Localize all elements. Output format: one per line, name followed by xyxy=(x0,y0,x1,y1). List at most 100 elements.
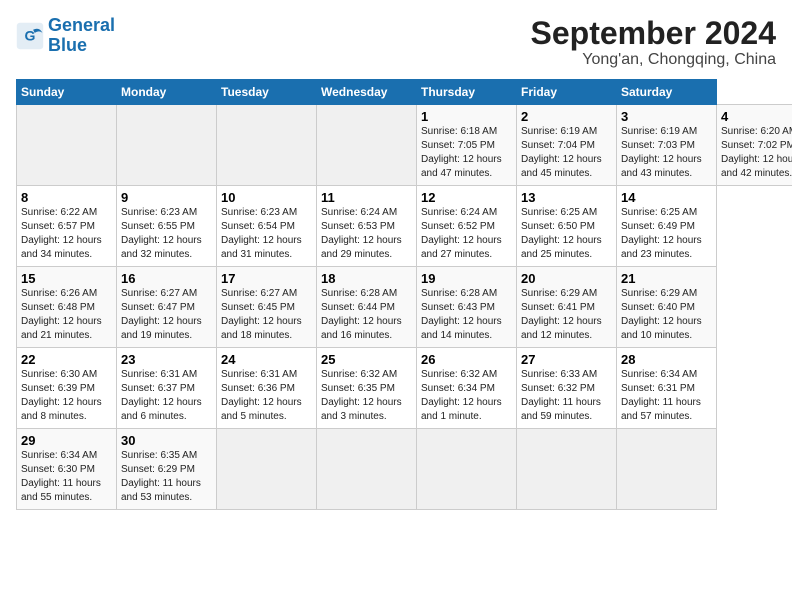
col-thursday: Thursday xyxy=(417,80,517,105)
col-tuesday: Tuesday xyxy=(217,80,317,105)
col-wednesday: Wednesday xyxy=(317,80,417,105)
logo-general: General xyxy=(48,15,115,35)
table-row: 18 Sunrise: 6:28 AMSunset: 6:44 PMDayligh… xyxy=(317,267,417,348)
day-number: 13 xyxy=(521,190,612,205)
day-info: Sunrise: 6:30 AMSunset: 6:39 PMDaylight:… xyxy=(21,369,102,422)
table-row: 26 Sunrise: 6:32 AMSunset: 6:34 PMDayligh… xyxy=(417,348,517,429)
day-number: 18 xyxy=(321,271,412,286)
day-number: 23 xyxy=(121,352,212,367)
table-row: 15Sunrise: 6:26 AMSunset: 6:48 PMDayligh… xyxy=(17,267,117,348)
calendar-week-row: 8Sunrise: 6:22 AMSunset: 6:57 PMDaylight… xyxy=(17,186,792,267)
day-info: Sunrise: 6:32 AMSunset: 6:34 PMDaylight:… xyxy=(421,369,502,422)
day-info: Sunrise: 6:28 AMSunset: 6:43 PMDaylight:… xyxy=(421,288,502,341)
calendar-title: September 2024 xyxy=(531,16,776,51)
table-row xyxy=(317,105,417,186)
logo-blue: Blue xyxy=(48,35,87,55)
day-number: 14 xyxy=(621,190,712,205)
day-number: 20 xyxy=(521,271,612,286)
table-row: 17Sunrise: 6:27 AMSunset: 6:45 PMDayligh… xyxy=(217,267,317,348)
table-row: 10Sunrise: 6:23 AMSunset: 6:54 PMDayligh… xyxy=(217,186,317,267)
main-container: G General Blue September 2024 Yong'an, C… xyxy=(0,0,792,520)
col-friday: Friday xyxy=(517,80,617,105)
table-row: 30 Sunrise: 6:35 AMSunset: 6:29 PMDayligh… xyxy=(117,429,217,510)
table-row: 13 Sunrise: 6:25 AMSunset: 6:50 PMDayligh… xyxy=(517,186,617,267)
table-row: 8Sunrise: 6:22 AMSunset: 6:57 PMDaylight… xyxy=(17,186,117,267)
table-row: 24 Sunrise: 6:31 AMSunset: 6:36 PMDayligh… xyxy=(217,348,317,429)
day-number: 28 xyxy=(621,352,712,367)
day-info: Sunrise: 6:31 AMSunset: 6:37 PMDaylight:… xyxy=(121,369,202,422)
day-number: 10 xyxy=(221,190,312,205)
table-row: 27 Sunrise: 6:33 AMSunset: 6:32 PMDayligh… xyxy=(517,348,617,429)
calendar-week-row: 29 Sunrise: 6:34 AMSunset: 6:30 PMDayligh… xyxy=(17,429,792,510)
table-row: 22Sunrise: 6:30 AMSunset: 6:39 PMDayligh… xyxy=(17,348,117,429)
day-number: 19 xyxy=(421,271,512,286)
table-row xyxy=(517,429,617,510)
day-number: 26 xyxy=(421,352,512,367)
day-info: Sunrise: 6:27 AMSunset: 6:45 PMDaylight:… xyxy=(221,288,302,341)
day-info: Sunrise: 6:33 AMSunset: 6:32 PMDaylight:… xyxy=(521,369,601,422)
day-number: 8 xyxy=(21,190,112,205)
day-info: Sunrise: 6:23 AMSunset: 6:55 PMDaylight:… xyxy=(121,207,202,260)
day-number: 30 xyxy=(121,433,212,448)
day-number: 1 xyxy=(421,109,512,124)
table-row: 29 Sunrise: 6:34 AMSunset: 6:30 PMDayligh… xyxy=(17,429,117,510)
day-info: Sunrise: 6:31 AMSunset: 6:36 PMDaylight:… xyxy=(221,369,302,422)
table-row: 3 Sunrise: 6:19 AMSunset: 7:03 PMDaylight… xyxy=(617,105,717,186)
day-number: 3 xyxy=(621,109,712,124)
day-info: Sunrise: 6:25 AMSunset: 6:49 PMDaylight:… xyxy=(621,207,702,260)
day-number: 4 xyxy=(721,109,792,124)
logo-text: General Blue xyxy=(48,16,115,56)
table-row: 2Sunrise: 6:19 AMSunset: 7:04 PMDaylight… xyxy=(517,105,617,186)
table-row: 14 Sunrise: 6:25 AMSunset: 6:49 PMDayligh… xyxy=(617,186,717,267)
table-row: 9 Sunrise: 6:23 AMSunset: 6:55 PMDaylight… xyxy=(117,186,217,267)
calendar-week-row: 22Sunrise: 6:30 AMSunset: 6:39 PMDayligh… xyxy=(17,348,792,429)
header: G General Blue September 2024 Yong'an, C… xyxy=(16,16,776,69)
calendar-week-row: 1Sunrise: 6:18 AMSunset: 7:05 PMDaylight… xyxy=(17,105,792,186)
day-info: Sunrise: 6:29 AMSunset: 6:41 PMDaylight:… xyxy=(521,288,602,341)
day-info: Sunrise: 6:28 AMSunset: 6:44 PMDaylight:… xyxy=(321,288,402,341)
table-row xyxy=(217,105,317,186)
day-number: 24 xyxy=(221,352,312,367)
table-row: 20 Sunrise: 6:29 AMSunset: 6:41 PMDayligh… xyxy=(517,267,617,348)
table-row: 4 Sunrise: 6:20 AMSunset: 7:02 PMDaylight… xyxy=(717,105,792,186)
table-row xyxy=(317,429,417,510)
calendar-table: Sunday Monday Tuesday Wednesday Thursday… xyxy=(16,79,792,510)
day-number: 16 xyxy=(121,271,212,286)
day-info: Sunrise: 6:27 AMSunset: 6:47 PMDaylight:… xyxy=(121,288,202,341)
day-info: Sunrise: 6:24 AMSunset: 6:52 PMDaylight:… xyxy=(421,207,502,260)
day-info: Sunrise: 6:35 AMSunset: 6:29 PMDaylight:… xyxy=(121,450,201,503)
table-row xyxy=(217,429,317,510)
day-info: Sunrise: 6:34 AMSunset: 6:30 PMDaylight:… xyxy=(21,450,101,503)
logo: G General Blue xyxy=(16,16,115,56)
table-row xyxy=(417,429,517,510)
day-number: 12 xyxy=(421,190,512,205)
day-number: 9 xyxy=(121,190,212,205)
col-sunday: Sunday xyxy=(17,80,117,105)
day-info: Sunrise: 6:19 AMSunset: 7:03 PMDaylight:… xyxy=(621,126,702,179)
title-block: September 2024 Yong'an, Chongqing, China xyxy=(531,16,776,69)
table-row: 11 Sunrise: 6:24 AMSunset: 6:53 PMDayligh… xyxy=(317,186,417,267)
table-row: 16 Sunrise: 6:27 AMSunset: 6:47 PMDayligh… xyxy=(117,267,217,348)
table-row: 12 Sunrise: 6:24 AMSunset: 6:52 PMDayligh… xyxy=(417,186,517,267)
day-info: Sunrise: 6:29 AMSunset: 6:40 PMDaylight:… xyxy=(621,288,702,341)
col-monday: Monday xyxy=(117,80,217,105)
table-row xyxy=(17,105,117,186)
logo-icon: G xyxy=(16,22,44,50)
calendar-week-row: 15Sunrise: 6:26 AMSunset: 6:48 PMDayligh… xyxy=(17,267,792,348)
table-row xyxy=(117,105,217,186)
table-row: 1Sunrise: 6:18 AMSunset: 7:05 PMDaylight… xyxy=(417,105,517,186)
day-number: 29 xyxy=(21,433,112,448)
calendar-header-row: Sunday Monday Tuesday Wednesday Thursday… xyxy=(17,80,792,105)
day-info: Sunrise: 6:34 AMSunset: 6:31 PMDaylight:… xyxy=(621,369,701,422)
table-row xyxy=(617,429,717,510)
day-number: 11 xyxy=(321,190,412,205)
day-info: Sunrise: 6:24 AMSunset: 6:53 PMDaylight:… xyxy=(321,207,402,260)
table-row: 28 Sunrise: 6:34 AMSunset: 6:31 PMDayligh… xyxy=(617,348,717,429)
day-number: 27 xyxy=(521,352,612,367)
day-number: 15 xyxy=(21,271,112,286)
table-row: 21Sunrise: 6:29 AMSunset: 6:40 PMDayligh… xyxy=(617,267,717,348)
day-info: Sunrise: 6:25 AMSunset: 6:50 PMDaylight:… xyxy=(521,207,602,260)
day-number: 25 xyxy=(321,352,412,367)
day-info: Sunrise: 6:20 AMSunset: 7:02 PMDaylight:… xyxy=(721,126,792,179)
calendar-subtitle: Yong'an, Chongqing, China xyxy=(531,51,776,69)
